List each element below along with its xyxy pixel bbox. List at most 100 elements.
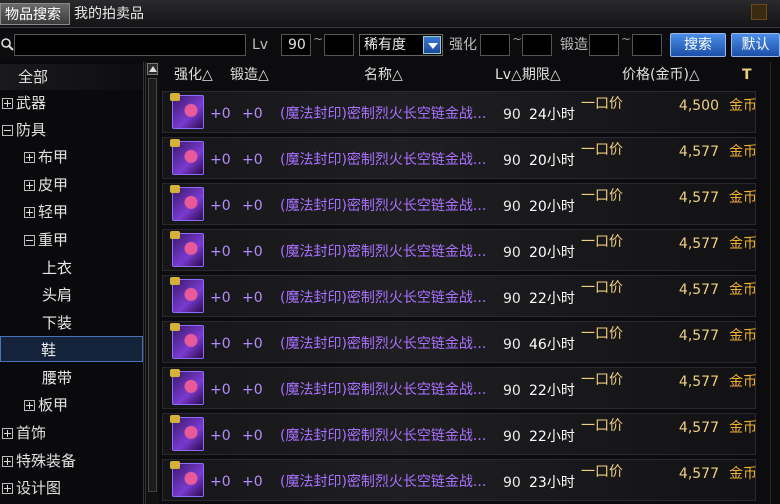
row-price: 4,577 xyxy=(678,236,719,252)
sidebar-item-all[interactable]: 全部 xyxy=(0,64,143,90)
collapse-icon[interactable] xyxy=(24,235,35,246)
item-icon[interactable] xyxy=(170,323,204,359)
row-forge: +0 xyxy=(242,382,263,398)
row-price: 4,500 xyxy=(678,98,719,114)
sidebar-item-top[interactable]: 上衣 xyxy=(42,255,72,281)
table-row[interactable]: +0 +0 (魔法封印)密制烈火长空链金战... 90 22小时 一口价 4,5… xyxy=(162,275,757,317)
sidebar-item-shoes[interactable]: 鞋 xyxy=(0,336,143,362)
sidebar-item-weapon[interactable]: 武器 xyxy=(2,90,46,116)
sidebar-item-label: 设计图 xyxy=(16,479,62,497)
sidebar-item-pants[interactable]: 下装 xyxy=(42,310,72,336)
row-forge: +0 xyxy=(242,336,263,352)
expand-icon[interactable] xyxy=(24,180,35,191)
item-icon[interactable] xyxy=(170,93,204,129)
search-input[interactable] xyxy=(14,34,246,56)
sidebar-item-label: 头肩 xyxy=(42,286,73,304)
item-icon[interactable] xyxy=(170,369,204,405)
row-lv: 90 xyxy=(503,337,521,353)
item-icon[interactable] xyxy=(170,415,204,451)
default-button[interactable]: 默认 xyxy=(731,33,780,57)
col-name[interactable]: 名称△ xyxy=(364,62,403,88)
row-strengthen: +0 xyxy=(210,244,231,260)
expand-icon[interactable] xyxy=(2,428,13,439)
strengthen-max-field[interactable] xyxy=(522,34,552,56)
col-price[interactable]: 价格(金币)△ xyxy=(622,62,700,88)
sidebar-item-leather[interactable]: 皮甲 xyxy=(24,172,68,198)
sidebar-item-plate[interactable]: 板甲 xyxy=(24,392,68,418)
row-forge: +0 xyxy=(242,474,263,490)
table-row[interactable]: +0 +0 (魔法封印)密制烈火长空链金战... 90 22小时 一口价 4,5… xyxy=(162,413,757,455)
lv-label: Lv xyxy=(252,37,269,53)
item-icon[interactable] xyxy=(170,185,204,221)
row-duration: 22小时 xyxy=(529,429,575,445)
col-lv-period[interactable]: Lv△期限△ xyxy=(495,62,561,88)
expand-icon[interactable] xyxy=(2,456,13,467)
row-name: (魔法封印)密制烈火长空链金战... xyxy=(280,152,487,168)
sidebar-item-label: 上衣 xyxy=(42,259,73,277)
item-icon[interactable] xyxy=(170,461,204,497)
table-row[interactable]: +0 +0 (魔法封印)密制烈火长空链金战... 90 22小时 一口价 4,5… xyxy=(162,367,757,409)
expand-icon[interactable] xyxy=(2,483,13,494)
table-row[interactable]: +0 +0 (魔法封印)密制烈火长空链金战... 90 46小时 一口价 4,5… xyxy=(162,321,757,363)
row-price-type: 一口价 xyxy=(581,142,623,158)
category-sidebar: 全部 武器 防具 布甲 皮甲 轻甲 重甲 上衣 头肩 下装 鞋 腰带 板甲 首饰… xyxy=(0,62,144,504)
expand-icon[interactable] xyxy=(2,98,13,109)
sidebar-item-blueprint[interactable]: 设计图 xyxy=(2,475,61,501)
sidebar-item-shoulder[interactable]: 头肩 xyxy=(42,282,72,308)
table-row[interactable]: +0 +0 (魔法封印)密制烈火长空链金战... 90 20小时 一口价 4,5… xyxy=(162,137,757,179)
item-icon[interactable] xyxy=(170,231,204,267)
row-duration: 22小时 xyxy=(529,291,575,307)
dropdown-arrow-icon[interactable] xyxy=(423,36,441,54)
col-forge[interactable]: 锻造△ xyxy=(230,62,269,88)
row-lv: 90 xyxy=(503,107,521,123)
table-row[interactable]: +0 +0 (魔法封印)密制烈火长空链金战... 90 20小时 一口价 4,5… xyxy=(162,229,757,271)
item-icon[interactable] xyxy=(170,139,204,175)
sidebar-item-special[interactable]: 特殊装备 xyxy=(2,448,76,474)
tab-my-auctions[interactable]: 我的拍卖品 xyxy=(70,3,148,25)
table-header: 强化△ 锻造△ 名称△ Lv△期限△ 价格(金币)△ T xyxy=(162,62,762,88)
search-button[interactable]: 搜索 xyxy=(670,33,726,57)
row-strengthen: +0 xyxy=(210,290,231,306)
lv-min-field[interactable]: 90 xyxy=(281,34,311,56)
sidebar-item-belt[interactable]: 腰带 xyxy=(42,365,72,391)
forge-min-field[interactable] xyxy=(589,34,619,56)
row-duration: 20小时 xyxy=(529,153,575,169)
sidebar-item-cloth[interactable]: 布甲 xyxy=(24,144,68,170)
sidebar-item-label: 轻甲 xyxy=(38,203,69,221)
search-icon[interactable] xyxy=(0,37,14,51)
sidebar-scrollbar[interactable] xyxy=(145,62,159,504)
item-icon[interactable] xyxy=(170,277,204,313)
tab-bar: 物品搜索 我的拍卖品 xyxy=(0,0,780,28)
table-row[interactable]: +0 +0 (魔法封印)密制烈火长空链金战... 90 20小时 一口价 4,5… xyxy=(162,183,757,225)
sidebar-item-label: 首饰 xyxy=(16,424,47,442)
scroll-up-icon[interactable] xyxy=(147,63,158,75)
expand-icon[interactable] xyxy=(24,207,35,218)
sidebar-item-label: 布甲 xyxy=(38,148,69,166)
row-price: 4,577 xyxy=(678,282,719,298)
table-row[interactable]: +0 +0 (魔法封印)密制烈火长空链金战... 90 23小时 一口价 4,5… xyxy=(162,459,757,501)
sidebar-item-light[interactable]: 轻甲 xyxy=(24,199,68,225)
rarity-select[interactable]: 稀有度 xyxy=(359,34,443,56)
strengthen-min-field[interactable] xyxy=(480,34,510,56)
expand-icon[interactable] xyxy=(24,400,35,411)
col-strengthen[interactable]: 强化△ xyxy=(174,62,213,88)
collapse-icon[interactable] xyxy=(2,125,13,136)
row-name: (魔法封印)密制烈火长空链金战... xyxy=(280,382,487,398)
row-forge: +0 xyxy=(242,198,263,214)
lv-max-field[interactable] xyxy=(324,34,354,56)
table-row[interactable]: +0 +0 (魔法封印)密制烈火长空链金战... 90 24小时 一口价 4,5… xyxy=(162,91,757,133)
scrollbar-thumb[interactable] xyxy=(148,78,157,492)
sidebar-item-accessory[interactable]: 首饰 xyxy=(2,420,46,446)
expand-icon[interactable] xyxy=(24,152,35,163)
list-scrollbar[interactable] xyxy=(770,62,780,504)
sidebar-item-label: 板甲 xyxy=(38,396,69,414)
row-price: 4,577 xyxy=(678,374,719,390)
window-icon[interactable] xyxy=(751,4,767,20)
row-price-type: 一口价 xyxy=(581,188,623,204)
sidebar-item-heavy[interactable]: 重甲 xyxy=(24,227,68,253)
sidebar-item-armor[interactable]: 防具 xyxy=(2,117,46,143)
forge-max-field[interactable] xyxy=(632,34,662,56)
tool-icon[interactable]: T xyxy=(742,62,752,88)
tab-item-search[interactable]: 物品搜索 xyxy=(0,3,70,25)
row-strengthen: +0 xyxy=(210,106,231,122)
